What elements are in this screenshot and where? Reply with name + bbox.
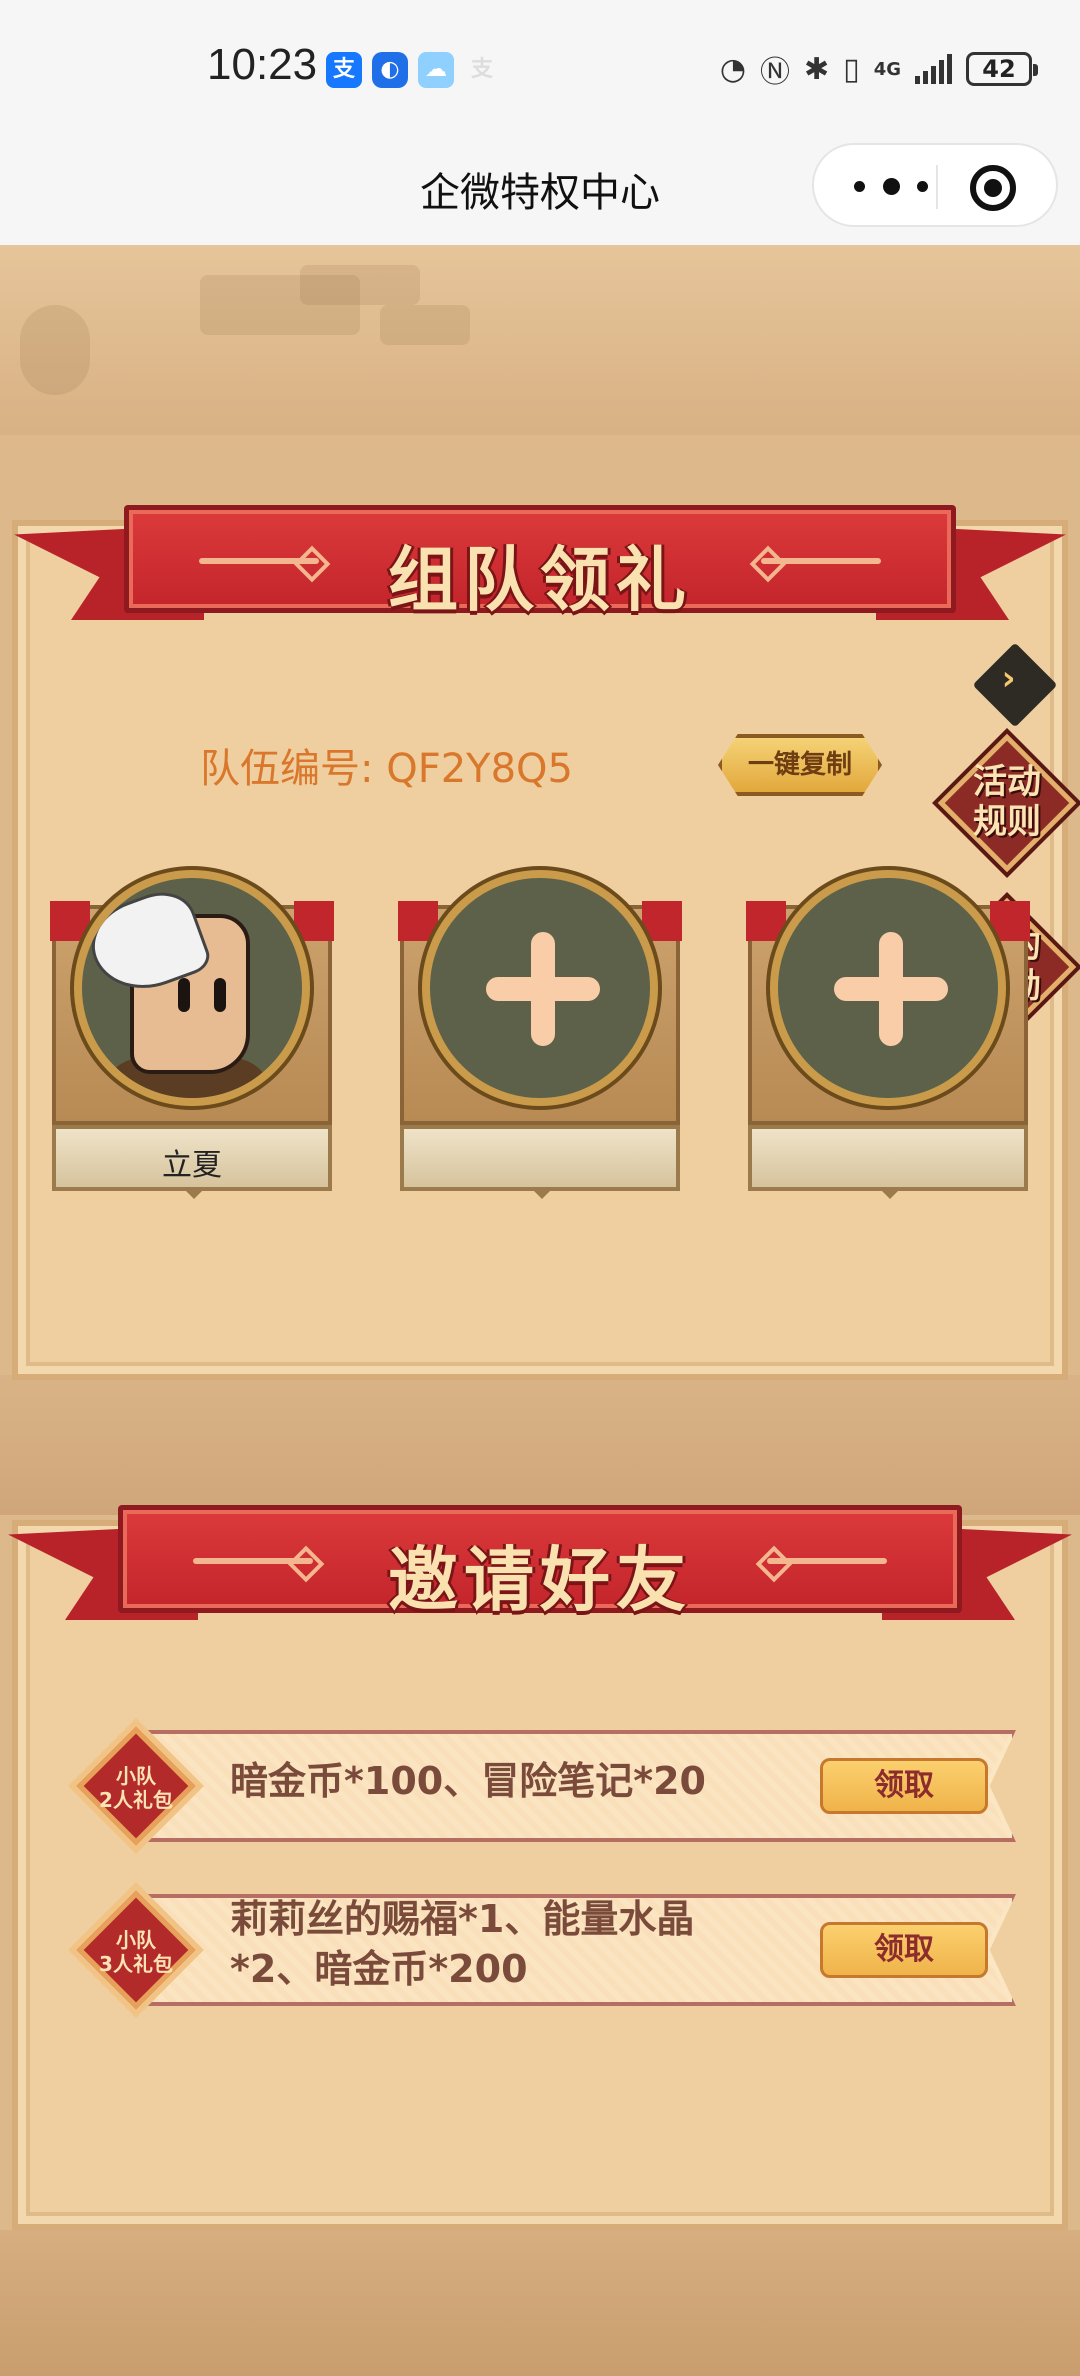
reward-description: 暗金币*100、冒险笔记*20: [230, 1759, 706, 1803]
plus-icon: [486, 932, 600, 1046]
team-id-label: 队伍编号:: [200, 746, 374, 792]
team-member-slot[interactable]: 立夏: [50, 870, 334, 1200]
member-name: 立夏: [162, 1148, 222, 1183]
chevron-right-icon: ›: [1001, 658, 1016, 699]
status-icons: ◔ Ⓝ ✱ ▯ 4G 42: [719, 48, 1038, 90]
bluetooth-icon: ✱: [804, 51, 830, 87]
invite-section-title: 邀请好友: [388, 1539, 692, 1621]
status-bar: 10:23 支 ◐ ☁ 支 ◔ Ⓝ ✱ ▯ 4G 42: [0, 0, 1080, 135]
map-background-middle: [0, 1375, 1080, 1515]
plus-icon: [834, 932, 948, 1046]
team-id: 队伍编号: QF2Y8Q5: [200, 736, 573, 794]
close-mini-program-icon[interactable]: [970, 165, 1016, 211]
reward-row: 小队 2人礼包 暗金币*100、冒险笔记*20 领取: [70, 1720, 1016, 1852]
signal-icon: [915, 54, 952, 84]
vibrate-icon: ▯: [843, 51, 860, 87]
network-type: 4G: [873, 58, 901, 80]
copy-team-id-button[interactable]: 一键复制: [718, 734, 882, 796]
browser-icon: ◐: [372, 52, 408, 88]
map-background-bottom: [0, 2230, 1080, 2376]
reward-description: 莉莉丝的赐福*1、能量水晶*2、暗金币*200: [230, 1897, 695, 1991]
alipay-faded-icon: 支: [470, 57, 493, 82]
team-ribbon: 组队领礼: [14, 505, 1066, 625]
battery-icon: 42: [966, 52, 1038, 86]
invite-card: [12, 1520, 1068, 2230]
speed-icon: ◔: [719, 51, 747, 87]
gift-pack-badge: 小队 3人礼包: [76, 1890, 196, 2010]
invite-member-slot[interactable]: [746, 870, 1030, 1200]
cloud-icon: ☁: [418, 52, 454, 88]
more-icon[interactable]: [854, 173, 928, 199]
nfc-icon: Ⓝ: [760, 55, 791, 90]
team-id-value: QF2Y8Q5: [386, 746, 573, 792]
team-section-title: 组队领礼: [388, 539, 692, 621]
reward-row: 小队 3人礼包 莉莉丝的赐福*1、能量水晶*2、暗金币*200 领取: [70, 1884, 1016, 2016]
nav-bar: 企微特权中心: [0, 135, 1080, 245]
activity-rules-label: 活动 规则: [973, 762, 1041, 842]
claim-button[interactable]: 领取: [820, 1922, 988, 1978]
map-background: [0, 245, 1080, 435]
alipay-icon: 支: [326, 52, 362, 88]
status-time: 10:23: [207, 40, 318, 89]
claim-button[interactable]: 领取: [820, 1758, 988, 1814]
activity-rules-button[interactable]: 活动 规则: [937, 733, 1077, 873]
invite-ribbon: 邀请好友: [8, 1505, 1072, 1625]
avatar: [74, 870, 310, 1106]
mini-program-capsule: [812, 143, 1058, 227]
invite-member-slot[interactable]: [398, 870, 682, 1200]
gift-pack-badge: 小队 2人礼包: [76, 1726, 196, 1846]
